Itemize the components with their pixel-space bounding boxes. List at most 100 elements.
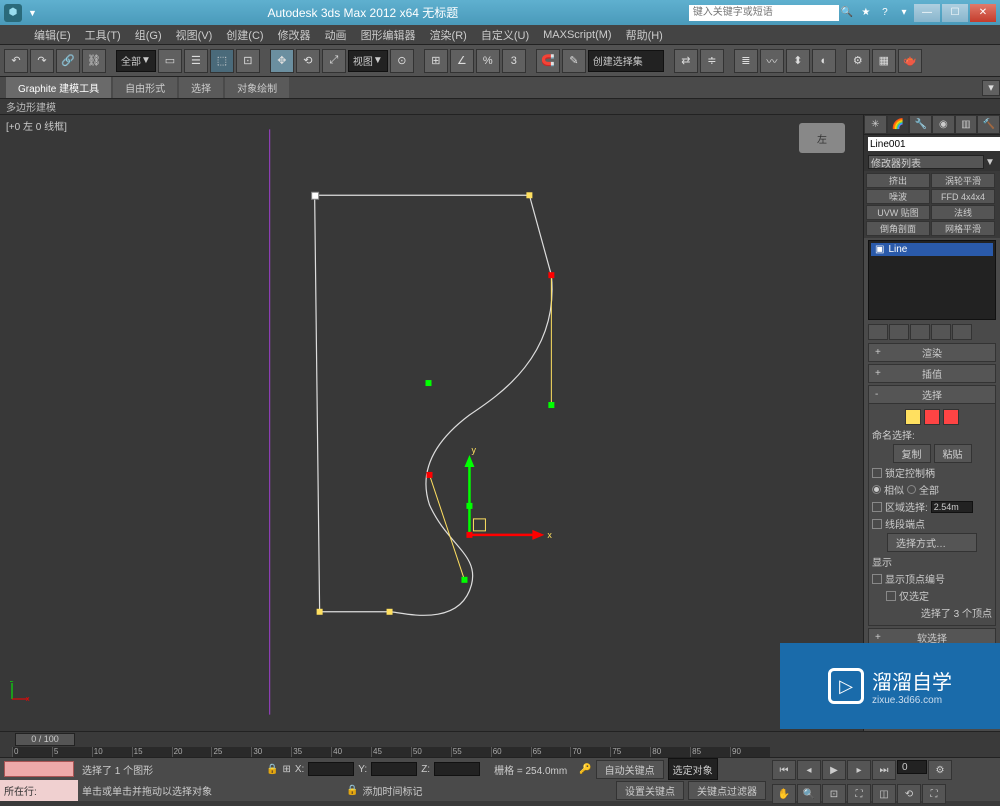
- goto-end-button[interactable]: ⏭: [872, 760, 896, 780]
- redo-button[interactable]: ↷: [30, 49, 54, 73]
- menu-modifiers[interactable]: 修改器: [278, 27, 311, 43]
- key-icon[interactable]: 🔑: [579, 764, 591, 775]
- mod-normal[interactable]: 法线: [931, 205, 995, 220]
- area-sel-checkbox[interactable]: [872, 502, 882, 512]
- viewport-label[interactable]: [+0 左 0 线框]: [6, 118, 67, 133]
- mod-bevel[interactable]: 倒角剖面: [866, 221, 930, 236]
- modifier-list-dropdown[interactable]: 修改器列表: [868, 155, 984, 169]
- time-config-button[interactable]: ⚙: [928, 760, 952, 780]
- move-button[interactable]: ✥: [270, 49, 294, 73]
- rollout-select[interactable]: -选择: [868, 385, 996, 404]
- subobj-vertex-button[interactable]: [905, 409, 921, 425]
- edit-named-sel-button[interactable]: ✎: [562, 49, 586, 73]
- menu-help[interactable]: 帮助(H): [626, 27, 663, 43]
- menu-customize[interactable]: 自定义(U): [481, 27, 529, 43]
- window-crossing-button[interactable]: ⊡: [236, 49, 260, 73]
- snap-button[interactable]: ⊞: [424, 49, 448, 73]
- tab-hierarchy[interactable]: 🔧: [909, 115, 932, 134]
- maximize-vp-button[interactable]: ⛶: [922, 784, 946, 804]
- curve-editor-button[interactable]: 〰: [760, 49, 784, 73]
- scale-button[interactable]: ⤢: [322, 49, 346, 73]
- select-by-button[interactable]: 选择方式…: [887, 533, 977, 552]
- stack-unique-button[interactable]: [910, 324, 930, 340]
- prev-frame-button[interactable]: ◂: [797, 760, 821, 780]
- y-input[interactable]: [371, 762, 417, 776]
- only-sel-checkbox[interactable]: [886, 591, 896, 601]
- mod-meshsmooth[interactable]: 网格平滑: [931, 221, 995, 236]
- x-input[interactable]: [308, 762, 354, 776]
- search-icon[interactable]: 🔍: [839, 5, 855, 21]
- frame-input[interactable]: [897, 760, 927, 774]
- keymode-dropdown[interactable]: 选定对象: [668, 758, 718, 780]
- align-button[interactable]: ≑: [700, 49, 724, 73]
- lock2-icon[interactable]: 🔒: [346, 785, 358, 796]
- close-button[interactable]: ✕: [970, 4, 996, 22]
- dropdown-arrow-icon[interactable]: ▼: [984, 157, 996, 168]
- autokey-button[interactable]: 自动关键点: [596, 760, 664, 779]
- time-slider[interactable]: 0 / 100: [15, 733, 75, 746]
- ref-coord-dropdown[interactable]: 视图 ▼: [348, 50, 388, 72]
- stack-pin-button[interactable]: [868, 324, 888, 340]
- mod-turbosmooth[interactable]: 涡轮平滑: [931, 173, 995, 188]
- coord-mode-icon[interactable]: ⊞: [282, 764, 290, 775]
- rollout-interp[interactable]: +插值: [868, 364, 996, 383]
- spinner-snap-button[interactable]: 3: [502, 49, 526, 73]
- mod-extrude[interactable]: 挤出: [866, 173, 930, 188]
- tab-modify[interactable]: 🌈: [887, 115, 910, 134]
- mod-ffd[interactable]: FFD 4x4x4: [931, 189, 995, 204]
- select-rect-button[interactable]: ⬚: [210, 49, 234, 73]
- menu-group[interactable]: 组(G): [135, 27, 162, 43]
- menu-render[interactable]: 渲染(R): [430, 27, 467, 43]
- link-button[interactable]: 🔗: [56, 49, 80, 73]
- menu-graph[interactable]: 图形编辑器: [361, 27, 416, 43]
- named-selset-dropdown[interactable]: 创建选择集: [588, 50, 664, 72]
- more-icon[interactable]: ▾: [896, 5, 912, 21]
- select-button[interactable]: ▭: [158, 49, 182, 73]
- pan-button[interactable]: ✋: [772, 784, 796, 804]
- subobj-segment-button[interactable]: [924, 409, 940, 425]
- tab-motion[interactable]: ◉: [932, 115, 955, 134]
- viewcube[interactable]: 左: [799, 123, 845, 153]
- paste-button[interactable]: 粘贴: [934, 444, 972, 463]
- select-name-button[interactable]: ☰: [184, 49, 208, 73]
- object-name-input[interactable]: [868, 137, 1000, 151]
- mirror-button[interactable]: ⇄: [674, 49, 698, 73]
- schematic-button[interactable]: ⬍: [786, 49, 810, 73]
- rollout-render[interactable]: +渲染: [868, 343, 996, 362]
- modifier-stack[interactable]: ▣ Line: [868, 240, 996, 320]
- menu-create[interactable]: 创建(C): [226, 27, 263, 43]
- tab-utilities[interactable]: 🔨: [977, 115, 1000, 134]
- minimize-button[interactable]: —: [914, 4, 940, 22]
- zoom-ext-button[interactable]: ⛶: [847, 784, 871, 804]
- magnet-icon[interactable]: 🧲: [536, 49, 560, 73]
- orbit-button[interactable]: ⟲: [897, 784, 921, 804]
- show-vtx-checkbox[interactable]: [872, 574, 882, 584]
- dropdown-icon[interactable]: ▼: [28, 8, 37, 18]
- selection-filter-dropdown[interactable]: 全部 ▼: [116, 50, 156, 72]
- ribbon-tab-select[interactable]: 选择: [179, 77, 223, 98]
- lock-handles-checkbox[interactable]: [872, 468, 882, 478]
- menu-maxscript[interactable]: MAXScript(M): [543, 29, 611, 41]
- layer-button[interactable]: ≣: [734, 49, 758, 73]
- stack-show-button[interactable]: [889, 324, 909, 340]
- mod-uvw[interactable]: UVW 贴图: [866, 205, 930, 220]
- play-button[interactable]: ▶: [822, 760, 846, 780]
- time-ruler[interactable]: 0510 152025 303540 455055 606570 758085 …: [12, 747, 770, 757]
- timeline[interactable]: 0 / 100 0510 152025 303540 455055 606570…: [0, 731, 1000, 757]
- render-button[interactable]: 🫖: [898, 49, 922, 73]
- addtime-label[interactable]: 添加时间标记: [362, 783, 422, 798]
- maximize-button[interactable]: ☐: [942, 4, 968, 22]
- menu-edit[interactable]: 编辑(E): [34, 27, 71, 43]
- material-button[interactable]: ◐: [812, 49, 836, 73]
- ribbon-collapse-button[interactable]: ▾: [982, 80, 1000, 96]
- star-icon[interactable]: ★: [858, 5, 874, 21]
- render-setup-button[interactable]: ⚙: [846, 49, 870, 73]
- setkey-button[interactable]: 设置关键点: [616, 781, 684, 800]
- subobj-spline-button[interactable]: [943, 409, 959, 425]
- undo-button[interactable]: ↶: [4, 49, 28, 73]
- next-frame-button[interactable]: ▸: [847, 760, 871, 780]
- seg-end-checkbox[interactable]: [872, 519, 882, 529]
- zoom-all-button[interactable]: ⊡: [822, 784, 846, 804]
- menu-animation[interactable]: 动画: [325, 27, 347, 43]
- stack-config-button[interactable]: [952, 324, 972, 340]
